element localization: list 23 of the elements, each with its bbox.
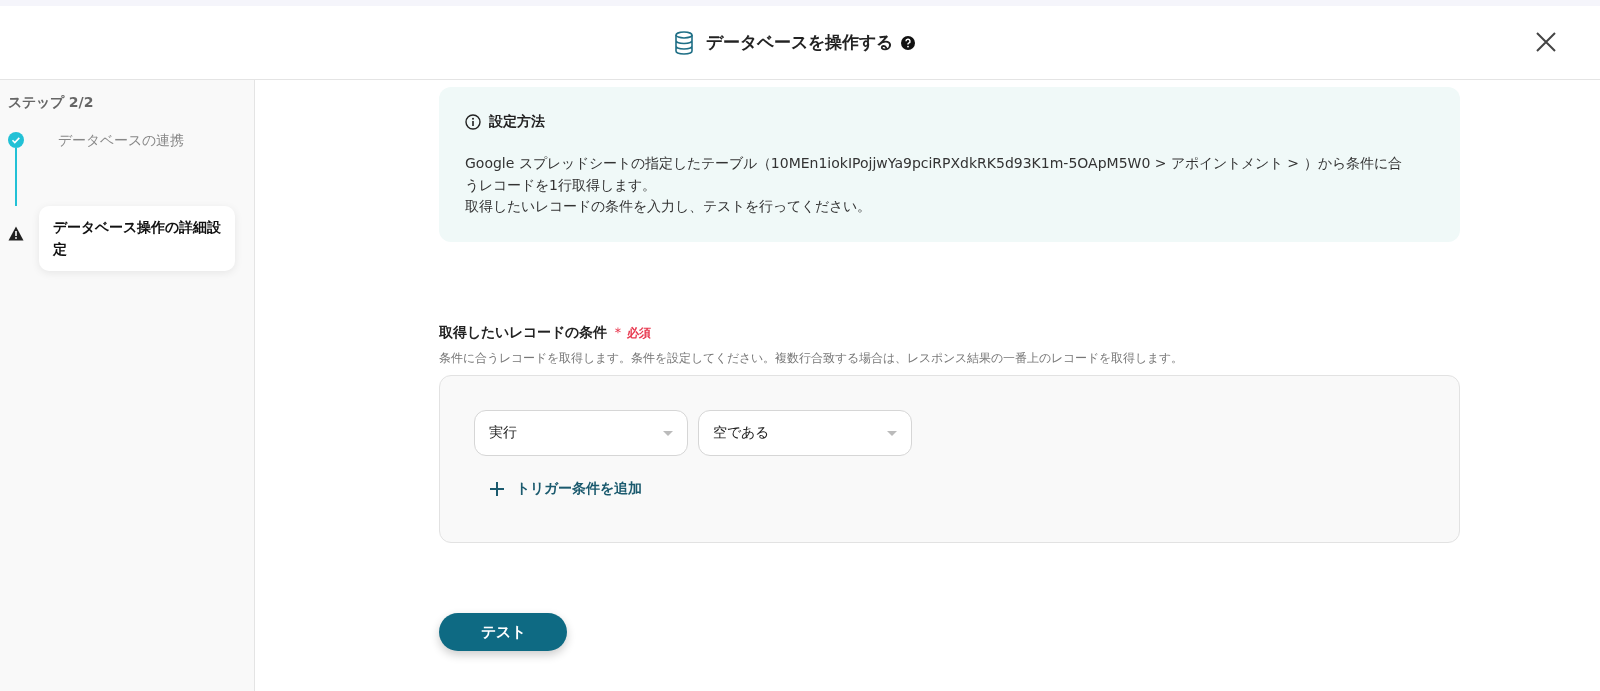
dropdown-field[interactable]: 実行: [474, 410, 688, 457]
required-label: 必須: [627, 325, 651, 343]
help-text: 条件に合うレコードを取得します。条件を設定してください。複数行合致する場合は、レスポンス結果の一番上のレコードを取得します。: [439, 350, 1184, 368]
info-text: Google スプレッドシートの指定したテーブル（10MEn1iokIPojjwYa9pciRPXdkRK5d93K1m-5OApM5W0 > アポイントメント > ）から条件に合うレコードを1行取得します。: [465, 154, 1403, 195]
required-mark: ＊: [611, 324, 625, 343]
step-item[interactable]: データベース操作の詳細設定: [39, 206, 235, 271]
info-icon: [465, 114, 481, 130]
add-condition-button[interactable]: トリガー条件を追加: [486, 476, 646, 503]
warning-icon: [8, 226, 24, 241]
step-item[interactable]: データベースの連携: [58, 130, 184, 188]
dropdown-field[interactable]: 空である: [698, 410, 912, 457]
database-icon: [673, 30, 694, 55]
help-icon[interactable]: [900, 35, 915, 50]
info-text: 取得したいレコードの条件を入力し、テストを行ってください。: [465, 197, 872, 217]
field-label: 取得したいレコードの条件: [439, 324, 607, 343]
plus-icon: [490, 482, 504, 497]
caret-icon: [887, 430, 897, 436]
dialog-title: データベースを操作する: [705, 31, 893, 54]
test-button[interactable]: テスト: [439, 613, 567, 652]
close-icon[interactable]: [1536, 32, 1556, 52]
step-counter: ステップ 2/2: [8, 94, 95, 112]
info-title: 設定方法: [489, 113, 545, 131]
caret-icon: [663, 430, 673, 436]
